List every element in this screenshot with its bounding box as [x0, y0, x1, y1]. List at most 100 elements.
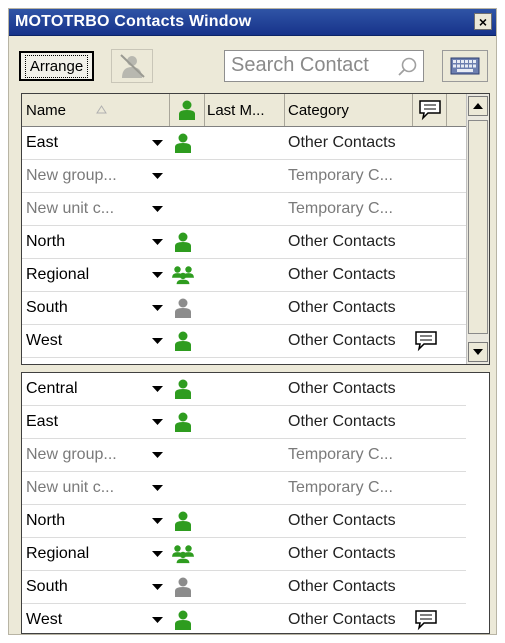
column-last-message[interactable]: Last M...	[205, 94, 285, 126]
contact-category: Temporary C...	[288, 167, 393, 184]
contact-row[interactable]: East Other Contacts	[22, 406, 466, 439]
user-offline-icon	[172, 571, 194, 603]
contact-name: East	[26, 134, 59, 151]
contact-name: Regional	[26, 545, 90, 562]
column-category-label: Category	[288, 101, 349, 119]
search-field[interactable]: Search Contact	[224, 50, 424, 82]
contact-category: Other Contacts	[288, 380, 396, 397]
contact-name: New group...	[26, 167, 117, 184]
chevron-down-icon[interactable]	[150, 538, 164, 570]
chevron-down-icon[interactable]	[150, 604, 164, 633]
arrow-up-icon	[473, 103, 483, 109]
contact-row[interactable]: New unit c... Temporary C...	[22, 193, 466, 226]
contact-name: East	[26, 413, 59, 430]
chevron-down-icon[interactable]	[150, 292, 164, 324]
bottom-contacts-panel: Central Other Contacts East Other Contacts N…	[21, 372, 490, 634]
user-online-icon	[172, 325, 194, 357]
contact-category: Other Contacts	[288, 611, 396, 628]
column-category[interactable]: Category	[285, 94, 413, 126]
chevron-down-icon[interactable]	[150, 505, 164, 537]
user-disabled-button[interactable]	[111, 49, 153, 83]
message-icon[interactable]	[414, 325, 438, 357]
contact-row[interactable]: Central Other Contacts	[22, 373, 466, 406]
message-icon	[418, 100, 441, 121]
column-name-label: Name	[26, 101, 67, 119]
contact-row[interactable]: South Other Contacts	[22, 571, 466, 604]
group-online-icon	[172, 538, 194, 570]
contact-name: Central	[26, 380, 78, 397]
chevron-down-icon[interactable]	[150, 259, 164, 291]
chevron-down-icon[interactable]	[150, 325, 164, 357]
window-title: MOTOTRBO Contacts Window	[15, 13, 252, 30]
contact-name: New unit c...	[26, 479, 115, 496]
chevron-down-icon[interactable]	[150, 373, 164, 405]
contact-row[interactable]: North Other Contacts	[22, 505, 466, 538]
contact-name: North	[26, 233, 66, 250]
contact-category: Other Contacts	[288, 413, 396, 430]
contact-name: South	[26, 578, 68, 595]
column-presence[interactable]	[170, 94, 205, 126]
contact-name: North	[26, 512, 66, 529]
contact-row[interactable]: North Other Contacts	[22, 226, 466, 259]
group-online-icon	[172, 259, 194, 291]
chevron-down-icon[interactable]	[150, 406, 164, 438]
search-icon[interactable]	[396, 56, 418, 78]
column-last-message-label: Last M...	[207, 101, 265, 119]
contact-category: Other Contacts	[288, 266, 396, 283]
contact-category: Other Contacts	[288, 299, 396, 316]
contact-category: Temporary C...	[288, 479, 393, 496]
scrollbar[interactable]	[466, 94, 489, 364]
chevron-down-icon[interactable]	[150, 127, 164, 159]
contact-name: New unit c...	[26, 200, 115, 217]
user-online-icon	[172, 505, 194, 537]
keyboard-icon	[450, 57, 480, 75]
keyboard-button[interactable]	[442, 50, 488, 82]
chevron-down-icon[interactable]	[150, 571, 164, 603]
user-online-icon	[179, 100, 195, 120]
scroll-down-button[interactable]	[468, 342, 488, 362]
contact-category: Other Contacts	[288, 578, 396, 595]
scrollbar-thumb[interactable]	[468, 120, 488, 334]
arrange-button[interactable]: Arrange	[19, 51, 94, 81]
chevron-down-icon[interactable]	[150, 226, 164, 258]
arrange-button-label: Arrange	[24, 54, 89, 78]
contact-category: Other Contacts	[288, 233, 396, 250]
column-header: Name Last M... Category	[22, 94, 466, 127]
title-bar[interactable]: MOTOTRBO Contacts Window ×	[9, 9, 496, 36]
contact-category: Other Contacts	[288, 545, 396, 562]
scroll-up-button[interactable]	[468, 96, 488, 116]
contact-category: Other Contacts	[288, 332, 396, 349]
contact-row[interactable]: New group... Temporary C...	[22, 160, 466, 193]
top-contacts-panel: Name Last M... Category East Other Conta…	[21, 93, 490, 365]
contact-name: South	[26, 299, 68, 316]
chevron-down-icon[interactable]	[150, 439, 164, 471]
contact-row[interactable]: West Other Contacts	[22, 604, 466, 633]
close-button[interactable]: ×	[474, 13, 492, 30]
contact-row[interactable]: New group... Temporary C...	[22, 439, 466, 472]
chevron-down-icon[interactable]	[150, 160, 164, 192]
contact-category: Temporary C...	[288, 200, 393, 217]
user-online-icon	[172, 373, 194, 405]
message-icon[interactable]	[414, 604, 438, 633]
column-message[interactable]	[413, 94, 447, 126]
contacts-window: MOTOTRBO Contacts Window × Arrange Searc…	[8, 8, 497, 635]
search-placeholder: Search Contact	[231, 54, 369, 76]
chevron-down-icon[interactable]	[150, 193, 164, 225]
contact-row[interactable]: Regional Other Contacts	[22, 259, 466, 292]
contact-row[interactable]: South Other Contacts	[22, 292, 466, 325]
contact-category: Temporary C...	[288, 446, 393, 463]
column-name[interactable]: Name	[22, 94, 170, 126]
user-online-icon	[172, 604, 194, 633]
chevron-down-icon[interactable]	[150, 472, 164, 504]
contact-name: West	[26, 332, 63, 349]
contact-name: Regional	[26, 266, 90, 283]
contact-row[interactable]: New unit c... Temporary C...	[22, 472, 466, 505]
contact-name: New group...	[26, 446, 117, 463]
toolbar: Arrange Search Contact	[9, 35, 496, 93]
contact-row[interactable]: Regional Other Contacts	[22, 538, 466, 571]
user-online-icon	[172, 127, 194, 159]
contact-row[interactable]: East Other Contacts	[22, 127, 466, 160]
user-offline-icon	[172, 292, 194, 324]
user-online-icon	[172, 406, 194, 438]
contact-row[interactable]: West Other Contacts	[22, 325, 466, 358]
